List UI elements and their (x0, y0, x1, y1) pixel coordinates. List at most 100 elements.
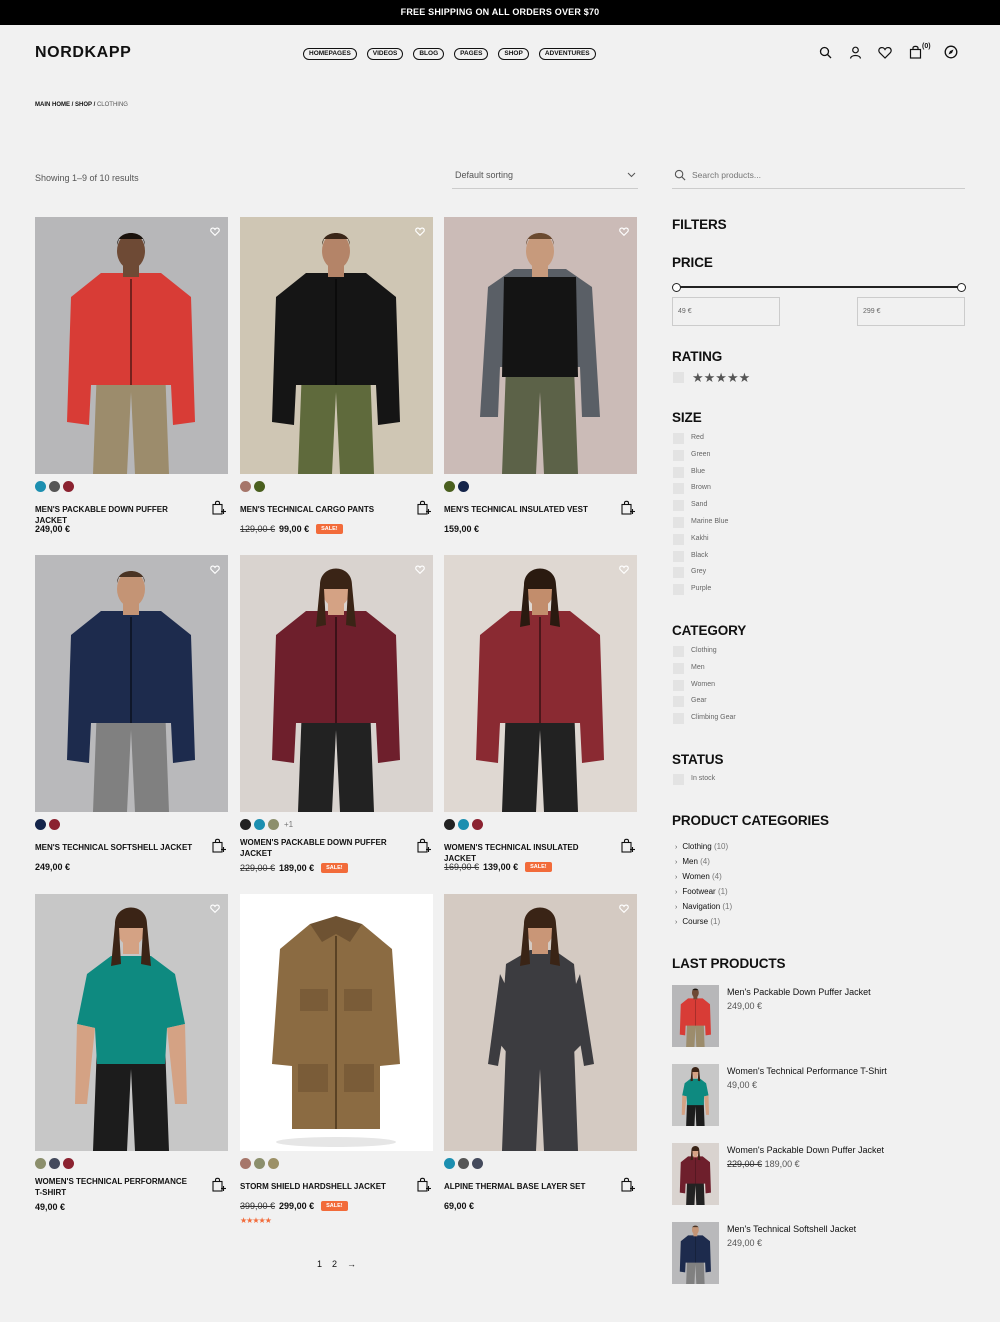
size-checkbox[interactable] (673, 483, 684, 495)
color-swatch[interactable] (458, 1158, 469, 1169)
size-checkbox[interactable] (673, 433, 684, 444)
nav-videos[interactable]: VIDEOS (366, 48, 404, 60)
product-name[interactable]: ALPINE THERMAL BASE LAYER SET (444, 1181, 604, 1192)
color-swatch[interactable] (254, 481, 265, 492)
color-swatch[interactable] (35, 819, 46, 830)
product-card[interactable]: ALPINE THERMAL BASE LAYER SET 69,00 € (444, 894, 637, 1211)
size-checkbox[interactable] (673, 500, 684, 512)
wishlist-heart-icon[interactable] (415, 561, 425, 579)
breadcrumb-home[interactable]: MAIN HOME (35, 102, 70, 108)
product-card[interactable]: MEN'S TECHNICAL CARGO PANTS 129,00 €99,00… (240, 217, 433, 534)
add-to-cart-icon[interactable] (212, 838, 226, 858)
rating-checkbox[interactable] (673, 372, 684, 383)
category-checkbox[interactable] (673, 713, 684, 725)
category-checkbox[interactable] (673, 662, 684, 674)
wishlist-heart-icon[interactable] (619, 900, 629, 918)
size-checkbox[interactable] (673, 533, 684, 545)
last-product-name[interactable]: Women's Technical Performance T-Shirt (727, 1066, 887, 1076)
product-card[interactable]: WOMEN'S TECHNICAL INSULATED JACKET 169,00… (444, 555, 637, 872)
product-name[interactable]: WOMEN'S TECHNICAL INSULATED JACKET (444, 842, 604, 864)
logo[interactable]: NORDKAPP (35, 44, 131, 62)
add-to-cart-icon[interactable] (621, 500, 635, 520)
last-product-thumbnail[interactable] (672, 1064, 719, 1126)
last-product-name[interactable]: Men's Packable Down Puffer Jacket (727, 987, 871, 997)
product-name[interactable]: WOMEN'S TECHNICAL PERFORMANCE T-SHIRT (35, 1176, 195, 1198)
cart-icon[interactable]: (0) (908, 43, 931, 59)
color-swatch[interactable] (35, 481, 46, 492)
size-checkbox[interactable] (673, 567, 684, 579)
color-swatch[interactable] (472, 1158, 483, 1169)
wishlist-heart-icon[interactable] (210, 561, 220, 579)
add-to-cart-icon[interactable] (212, 500, 226, 520)
size-checkbox[interactable] (673, 550, 684, 562)
product-image[interactable] (240, 894, 433, 1151)
color-swatch[interactable] (35, 1158, 46, 1169)
account-icon[interactable] (848, 45, 862, 59)
last-product-thumbnail[interactable] (672, 1222, 719, 1284)
color-swatch[interactable] (49, 1158, 60, 1169)
wishlist-heart-icon[interactable] (210, 900, 220, 918)
color-swatch[interactable] (458, 481, 469, 492)
product-name[interactable]: WOMEN'S PACKABLE DOWN PUFFER JACKET (240, 837, 400, 859)
color-swatch[interactable] (240, 1158, 251, 1169)
nav-adventures[interactable]: ADVENTURES (538, 48, 596, 60)
nav-pages[interactable]: PAGES (454, 48, 489, 60)
last-product-thumbnail[interactable] (672, 985, 719, 1047)
wishlist-heart-icon[interactable] (619, 223, 629, 241)
size-checkbox[interactable] (673, 584, 684, 596)
last-product-item[interactable]: Men's Technical Softshell Jacket 249,00 € (672, 1222, 966, 1284)
product-card[interactable]: MEN'S TECHNICAL INSULATED VEST 159,00 € (444, 217, 637, 534)
color-swatch[interactable] (63, 481, 74, 492)
product-name[interactable]: MEN'S TECHNICAL CARGO PANTS (240, 504, 400, 515)
product-image[interactable] (240, 217, 433, 474)
wishlist-icon[interactable] (878, 45, 892, 59)
product-category-link[interactable]: › Footwear (1) (675, 887, 728, 896)
last-product-name[interactable]: Men's Technical Softshell Jacket (727, 1224, 856, 1234)
product-name[interactable]: STORM SHIELD HARDSHELL JACKET (240, 1181, 400, 1192)
add-to-cart-icon[interactable] (417, 500, 431, 520)
last-product-item[interactable]: Men's Packable Down Puffer Jacket 249,00 … (672, 985, 966, 1047)
color-swatch[interactable] (444, 819, 455, 830)
breadcrumb-shop[interactable]: SHOP (75, 102, 92, 108)
color-swatch[interactable] (254, 819, 265, 830)
color-swatch[interactable] (268, 819, 279, 830)
more-colors-count[interactable]: +1 (284, 820, 293, 829)
wishlist-heart-icon[interactable] (619, 561, 629, 579)
color-swatch[interactable] (63, 1158, 74, 1169)
size-checkbox[interactable] (673, 517, 684, 528)
product-category-link[interactable]: › Women (4) (675, 872, 722, 881)
product-image[interactable] (35, 217, 228, 474)
product-name[interactable]: MEN'S TECHNICAL INSULATED VEST (444, 504, 604, 515)
product-category-link[interactable]: › Navigation (1) (675, 902, 732, 911)
product-image[interactable] (240, 555, 433, 812)
page-2[interactable]: 2 (332, 1259, 337, 1269)
color-swatch[interactable] (240, 819, 251, 830)
category-checkbox[interactable] (673, 696, 684, 708)
product-card[interactable]: MEN'S PACKABLE DOWN PUFFER JACKET 249,00 … (35, 217, 228, 534)
add-to-cart-icon[interactable] (417, 1177, 431, 1197)
last-product-thumbnail[interactable] (672, 1143, 719, 1205)
product-name[interactable]: MEN'S TECHNICAL SOFTSHELL JACKET (35, 842, 195, 853)
color-swatch[interactable] (49, 481, 60, 492)
add-to-cart-icon[interactable] (417, 838, 431, 858)
nav-homepages[interactable]: HOMEPAGES (303, 48, 357, 60)
product-image[interactable] (444, 894, 637, 1151)
product-category-link[interactable]: › Clothing (10) (675, 842, 728, 851)
nav-shop[interactable]: SHOP (498, 48, 529, 60)
wishlist-heart-icon[interactable] (210, 223, 220, 241)
price-min-handle[interactable] (672, 283, 681, 292)
last-product-item[interactable]: Women's Technical Performance T-Shirt 49,… (672, 1064, 966, 1126)
product-image[interactable] (35, 894, 228, 1151)
search-input[interactable] (692, 168, 952, 182)
nav-blog[interactable]: BLOG (413, 48, 445, 60)
product-card[interactable]: WOMEN'S TECHNICAL PERFORMANCE T-SHIRT 49,… (35, 894, 228, 1212)
status-checkbox-in-stock[interactable] (673, 774, 684, 785)
color-swatch[interactable] (472, 819, 483, 830)
category-checkbox[interactable] (673, 679, 684, 691)
product-card[interactable]: MEN'S TECHNICAL SOFTSHELL JACKET 249,00 € (35, 555, 228, 872)
last-product-item[interactable]: Women's Packable Down Puffer Jacket 229,0… (672, 1143, 966, 1205)
product-card[interactable]: +1 WOMEN'S PACKABLE DOWN PUFFER JACKET 229… (240, 555, 433, 873)
price-max-handle[interactable] (957, 283, 966, 292)
price-max-field[interactable]: 299 € (857, 297, 965, 326)
color-swatch[interactable] (254, 1158, 265, 1169)
